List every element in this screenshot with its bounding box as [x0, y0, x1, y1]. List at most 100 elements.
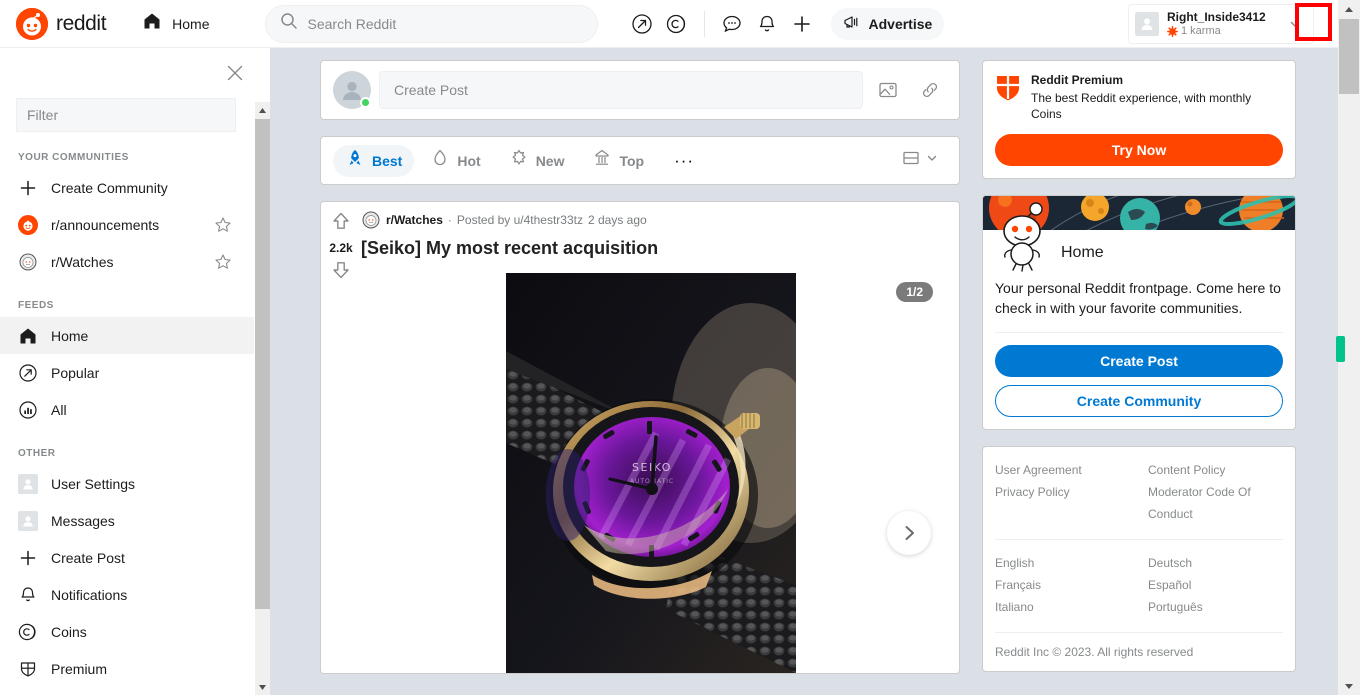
post-media: 1/2: [361, 273, 941, 673]
sidebar-item-user-settings[interactable]: User Settings: [16, 465, 238, 502]
sidebar-item-label: Notifications: [51, 586, 128, 603]
premium-header: Reddit Premium The best Reddit experienc…: [995, 73, 1283, 122]
sidebar-item-coins[interactable]: Coins: [16, 613, 238, 650]
divider: [995, 539, 1283, 540]
sidebar-item-label: Messages: [51, 512, 115, 529]
post-subreddit-link[interactable]: r/Watches: [386, 213, 443, 227]
search-box[interactable]: [264, 4, 598, 43]
vote-count: 2.2k: [329, 241, 353, 255]
layout-selector[interactable]: [893, 145, 947, 177]
user-settings-icon: [18, 473, 38, 494]
footer-language-espanol[interactable]: Español: [1148, 574, 1283, 596]
popular-icon: [18, 363, 38, 383]
sidebar-item-label: r/Watches: [51, 253, 114, 270]
sort-tab-best[interactable]: Best: [333, 144, 415, 177]
search-input[interactable]: [307, 15, 583, 32]
upvote-button[interactable]: [330, 210, 352, 237]
user-account-menu[interactable]: Right_Inside3412 1 karma: [1128, 4, 1314, 44]
sort-tab-label: Best: [372, 152, 403, 169]
karma-icon: [1167, 25, 1178, 37]
footer-language-english[interactable]: English: [995, 552, 1130, 574]
image-icon[interactable]: [871, 73, 905, 107]
watches-avatar-icon: [361, 210, 381, 230]
window-scrollbar-thumb[interactable]: [1339, 19, 1359, 94]
search-container: [264, 4, 598, 43]
chevron-down-icon[interactable]: [1281, 10, 1309, 38]
sidebar-item-label: Home: [51, 327, 89, 344]
footer-link-content-policy[interactable]: Content Policy: [1148, 459, 1283, 481]
premium-shield-icon: [995, 73, 1021, 122]
favorite-star-icon[interactable]: [214, 216, 232, 234]
create-post-input[interactable]: [379, 71, 863, 109]
feed-column: Best Hot New: [320, 60, 960, 674]
sidebar-item-create-post[interactable]: Create Post: [16, 539, 238, 576]
sidebar-item-premium[interactable]: Premium: [16, 650, 238, 687]
sidebar-item-messages[interactable]: Messages: [16, 502, 238, 539]
sort-tab-top[interactable]: Top: [580, 145, 656, 177]
footer-link-moderator-code[interactable]: Moderator Code Of Conduct: [1148, 481, 1283, 525]
premium-card: Reddit Premium The best Reddit experienc…: [982, 60, 1296, 179]
home-icon: [142, 11, 162, 36]
divider: [995, 632, 1283, 633]
nav-home-button[interactable]: Home: [132, 5, 219, 42]
advertise-label: Advertise: [868, 15, 933, 32]
advertise-button[interactable]: Advertise: [830, 7, 945, 40]
sidebar-item-all[interactable]: All: [16, 391, 238, 428]
post-author[interactable]: Posted by u/4thestr33tz: [457, 213, 583, 227]
scroll-down-arrow-icon[interactable]: [1338, 677, 1360, 695]
footer-language-portugues[interactable]: Português: [1148, 596, 1283, 618]
divider: [995, 332, 1283, 333]
create-icon[interactable]: [786, 8, 818, 40]
sidebar-item-r-announcements[interactable]: r/announcements: [16, 206, 238, 243]
sidebar-item-notifications[interactable]: Notifications: [16, 576, 238, 613]
scroll-down-arrow-icon[interactable]: [255, 679, 270, 695]
sidebar-scrollbar[interactable]: [255, 102, 270, 695]
search-icon: [280, 12, 298, 35]
footer-language-francais[interactable]: Français: [995, 574, 1130, 596]
sidebar-item-home[interactable]: Home: [0, 317, 254, 354]
sidebar-item-r-watches[interactable]: r/Watches: [16, 243, 238, 280]
footer-link-privacy-policy[interactable]: Privacy Policy: [995, 481, 1130, 525]
top-navigation-bar: reddit Home Search Reddit Advertise Righ…: [0, 0, 1338, 48]
post-image[interactable]: SEIKO AUTOMATIC: [506, 273, 796, 673]
footer-link-user-agreement[interactable]: User Agreement: [995, 459, 1130, 481]
sidebar-item-label: Create Community: [51, 179, 168, 196]
downvote-button[interactable]: [330, 259, 352, 286]
next-image-button[interactable]: [887, 511, 931, 555]
sidebar-item-popular[interactable]: Popular: [16, 354, 238, 391]
sort-tab-hot[interactable]: Hot: [418, 145, 492, 177]
sort-tab-new[interactable]: New: [497, 145, 577, 177]
sort-more-button[interactable]: ···: [664, 145, 704, 177]
create-post-button[interactable]: Create Post: [995, 345, 1283, 377]
link-icon[interactable]: [913, 73, 947, 107]
sort-tab-label: Top: [619, 152, 645, 169]
scroll-up-arrow-icon[interactable]: [255, 102, 270, 118]
notifications-icon[interactable]: [751, 8, 783, 40]
post-title[interactable]: [Seiko] My most recent acquisition: [361, 237, 951, 259]
username-label: Right_Inside3412: [1167, 10, 1266, 24]
karma-label: 1 karma: [1181, 25, 1221, 37]
sidebar-heading-your-communities: YOUR COMMUNITIES: [18, 152, 129, 163]
plus-icon: [18, 548, 38, 568]
close-icon[interactable]: [222, 60, 248, 86]
footer-language-deutsch[interactable]: Deutsch: [1148, 552, 1283, 574]
sidebar-heading-feeds: FEEDS: [18, 300, 54, 311]
sidebar-scrollbar-thumb[interactable]: [255, 119, 270, 609]
favorite-star-icon[interactable]: [214, 253, 232, 271]
try-now-button[interactable]: Try Now: [995, 134, 1283, 166]
coins-icon: [18, 622, 38, 642]
footer-language-italiano[interactable]: Italiano: [995, 596, 1130, 618]
chat-icon[interactable]: [716, 8, 748, 40]
filter-input[interactable]: [16, 98, 236, 132]
premium-subtitle: The best Reddit experience, with monthly…: [1031, 91, 1252, 121]
reddit-logo-link[interactable]: reddit: [16, 7, 107, 40]
sidebar-item-create-community[interactable]: Create Community: [16, 169, 238, 206]
popular-icon[interactable]: [626, 8, 658, 40]
snoo-mascot-icon: [993, 202, 1051, 272]
coins-icon[interactable]: [661, 8, 693, 40]
scroll-up-arrow-icon[interactable]: [1338, 0, 1360, 18]
create-community-button[interactable]: Create Community: [995, 385, 1283, 417]
sidebar-item-label: Popular: [51, 364, 100, 381]
sidebar-item-label: User Settings: [51, 475, 136, 492]
footer-languages: English Deutsch Français Español Italian…: [995, 552, 1283, 618]
